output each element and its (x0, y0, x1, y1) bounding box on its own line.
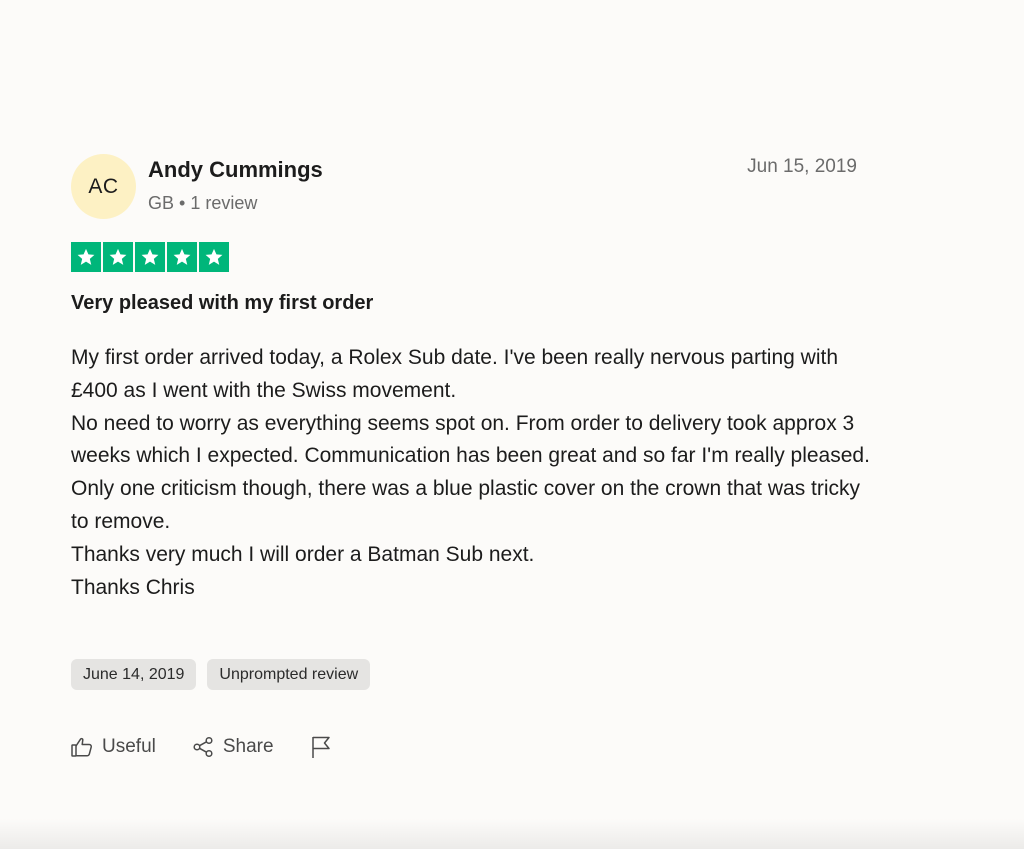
useful-button[interactable]: Useful (71, 736, 156, 758)
reviewer-name[interactable]: Andy Cummings (148, 157, 323, 183)
star-icon (199, 242, 229, 272)
review-title[interactable]: Very pleased with my first order (71, 292, 373, 315)
useful-label: Useful (102, 736, 156, 757)
avatar[interactable]: AC (71, 154, 136, 219)
review-body-paragraph: My first order arrived today, a Rolex Su… (71, 346, 838, 402)
star-icon (71, 242, 101, 272)
star-icon (103, 242, 133, 272)
review-body-paragraph: Only one criticism though, there was a b… (71, 477, 861, 533)
separator-dot: • (179, 193, 186, 213)
review-body-paragraph: No need to worry as everything seems spo… (71, 411, 870, 468)
review-body-paragraph: Thanks Chris (71, 575, 195, 599)
flag-icon (310, 735, 332, 759)
review-body-paragraph: Thanks very much I will order a Batman S… (71, 542, 535, 566)
review-actions: Useful Share (71, 735, 368, 759)
reviewer-country: GB (148, 193, 175, 213)
share-button[interactable]: Share (192, 736, 274, 758)
thumbs-up-icon (71, 737, 93, 757)
star-rating (71, 242, 229, 272)
page-bottom-shadow (0, 819, 1024, 849)
avatar-initials: AC (88, 174, 119, 198)
review-header: AC Andy Cummings GB • 1 review Jun 15, 201… (71, 150, 861, 230)
review-date: Jun 15, 2019 (747, 156, 857, 177)
unprompted-review-tag[interactable]: Unprompted review (207, 659, 371, 690)
reviewer-review-count: 1 review (190, 193, 258, 213)
share-label: Share (222, 736, 274, 757)
review-body: My first order arrived today, a Rolex Su… (71, 342, 871, 604)
experience-date-tag: June 14, 2019 (71, 659, 197, 690)
review-card: AC Andy Cummings GB • 1 review Jun 15, 201… (71, 150, 870, 758)
review-tags: June 14, 2019 Unprompted review (71, 659, 371, 690)
report-button[interactable] (310, 735, 332, 759)
star-icon (167, 242, 197, 272)
star-icon (135, 242, 165, 272)
share-icon (192, 736, 214, 758)
reviewer-meta: GB • 1 review (148, 193, 257, 214)
